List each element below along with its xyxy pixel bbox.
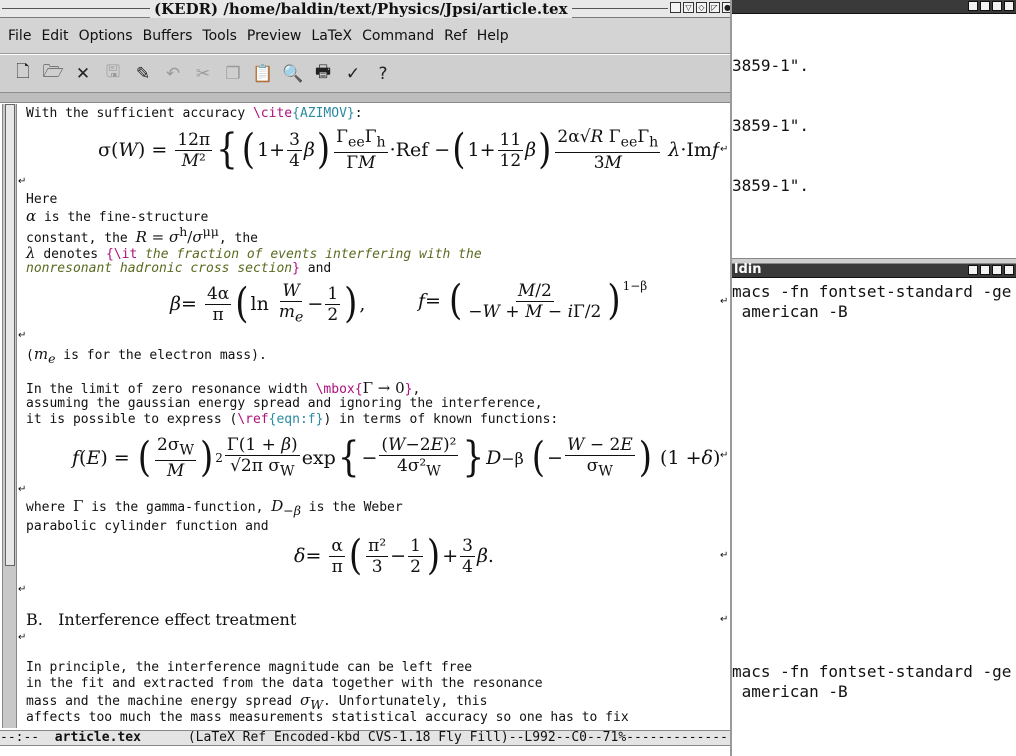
shade-icon[interactable]	[980, 265, 990, 275]
fringe-arrow-icon: ↵	[720, 614, 729, 625]
text-line: With the sufficient accuracy \cite{AZIMO…	[26, 106, 363, 121]
close-window-icon[interactable]: ●	[722, 2, 730, 13]
menu-file[interactable]: File	[4, 18, 35, 54]
menu-preview[interactable]: Preview	[243, 18, 306, 54]
window-title: (KEDR) /home/baldin/text/Physics/Jpsi/ar…	[150, 0, 572, 18]
minimize-icon[interactable]	[670, 2, 681, 13]
text-line: assuming the gaussian energy spread and …	[26, 396, 543, 411]
equation-f: f = (M/2 −W + M − iΓ/2) 1−β	[418, 277, 648, 325]
equation-delta: δ = απ (π² 3 − 1 2) + 34β.	[294, 532, 494, 580]
modeline-modes: (LaTeX Ref Encoded-kbd CVS-1.18 Fly Fill…	[140, 730, 627, 745]
terminal-line: macs -fn fontset-standard -ge	[732, 662, 1012, 681]
bg-window-title: ldin	[734, 262, 762, 277]
save-icon[interactable]: 🖫	[98, 59, 128, 89]
search-icon[interactable]: 🔍	[278, 59, 308, 89]
window-buttons: ▽ ◇ ◸ ●	[670, 2, 730, 13]
modeline-buffer-name: article.tex	[54, 730, 141, 745]
menubar: File Edit Options Buffers Tools Preview …	[0, 18, 730, 54]
terminal-line: macs -fn fontset-standard -ge	[732, 282, 1012, 301]
cut-icon[interactable]: ✂	[188, 59, 218, 89]
menu-options[interactable]: Options	[75, 18, 137, 54]
fringe-arrow-icon: ↵	[720, 296, 729, 307]
equation-sigma: σ(W) = 12π M² {(1+ 3 4 β) ΓeeΓh ΓM ·Ref − (1+ 1…	[98, 126, 719, 174]
modeline[interactable]: --:-- article.tex (LaTeX Ref Encoded-kbd…	[0, 730, 730, 746]
menu-buffers[interactable]: Buffers	[139, 18, 197, 54]
window-titlebar[interactable]: (KEDR) /home/baldin/text/Physics/Jpsi/ar…	[0, 0, 730, 18]
resize-icon[interactable]	[1004, 265, 1014, 275]
fringe-top	[0, 93, 730, 103]
fringe-right: ↵ ↵ ↵ ↵ ↵	[720, 104, 730, 728]
copy-icon[interactable]: ❐	[218, 59, 248, 89]
emacs-window: (KEDR) /home/baldin/text/Physics/Jpsi/ar…	[0, 0, 732, 756]
maximize-icon[interactable]: ◇	[696, 2, 707, 13]
bg-titlebar-top[interactable]	[732, 0, 1016, 14]
scrollbar-thumb[interactable]	[5, 104, 15, 566]
shade-icon[interactable]: ▽	[683, 2, 694, 13]
equation-fE: f(E) = (2σW M) 2 Γ(1 + β) √2π σW exp{− (W−2E…	[72, 434, 720, 482]
text-line: in the fit and extracted from the data t…	[26, 676, 543, 691]
maximize-icon[interactable]	[992, 1, 1002, 11]
terminal-line: american -B	[732, 302, 848, 321]
toolbar: 🗋 🗁 ✕ 🖫 ✎ ↶ ✂ ❐ 📋 🔍 🖶 ✓ ?	[0, 55, 730, 93]
menu-help[interactable]: Help	[473, 18, 513, 54]
close-icon[interactable]: ✕	[68, 59, 98, 89]
terminal-line: 3859-1".	[732, 176, 810, 195]
help-icon[interactable]: ?	[368, 59, 398, 89]
terminal-line: 3859-1".	[732, 116, 810, 135]
text-line: parabolic cylinder function and	[26, 519, 269, 534]
menu-tools[interactable]: Tools	[198, 18, 241, 54]
vertical-scrollbar[interactable]	[2, 104, 17, 728]
maximize-icon[interactable]	[992, 265, 1002, 275]
text-line: Here	[26, 192, 58, 207]
undo-icon[interactable]: ↶	[158, 59, 188, 89]
menu-edit[interactable]: Edit	[37, 18, 72, 54]
menu-command[interactable]: Command	[358, 18, 438, 54]
print-icon[interactable]: 🖶	[308, 59, 338, 89]
equation-beta: β = 4α π (ln Wme − 1 2),	[170, 280, 366, 328]
minibuffer[interactable]	[0, 746, 730, 756]
resize-icon[interactable]: ◸	[709, 2, 720, 13]
minimize-icon[interactable]	[968, 265, 978, 275]
text-line: (me is for the electron mass).	[26, 345, 267, 366]
editor-buffer[interactable]: With the sufficient accuracy \cite{AZIMO…	[24, 104, 720, 728]
resize-icon[interactable]	[1004, 1, 1014, 11]
menu-ref[interactable]: Ref	[440, 18, 471, 54]
fringe-arrow-icon: ↵	[720, 144, 729, 155]
terminal-line: american -B	[732, 682, 848, 701]
text-line: it is possible to express (\ref{eqn:f}) …	[26, 412, 559, 427]
terminal-line: 3859-1".	[732, 56, 810, 75]
fringe-arrow-icon: ↵	[720, 450, 729, 461]
open-folder-icon[interactable]: 🗁	[38, 59, 68, 89]
shade-icon[interactable]	[980, 1, 990, 11]
new-file-icon[interactable]: 🗋	[8, 59, 38, 89]
bg-titlebar-mid[interactable]: ldin	[732, 262, 1016, 278]
titlebar-rule-left	[2, 8, 150, 9]
text-line: nonresonant hadronic cross section} and	[26, 261, 332, 276]
paste-icon[interactable]: 📋	[248, 59, 278, 89]
text-line: In principle, the interference magnitude…	[26, 660, 473, 675]
background-window[interactable]: 3859-1". 3859-1". 3859-1". ldin macs -fn…	[732, 0, 1016, 756]
save-as-icon[interactable]: ✎	[128, 59, 158, 89]
menu-latex[interactable]: LaTeX	[307, 18, 356, 54]
fringe-arrow-icon: ↵	[720, 550, 729, 561]
minimize-icon[interactable]	[968, 1, 978, 11]
spell-check-icon[interactable]: ✓	[338, 59, 368, 89]
section-heading: B. Interference effect treatment	[26, 610, 297, 629]
text-line: constant, the R = σh/σμμ, the	[26, 224, 258, 246]
text-line: where Γ is the gamma-function, D−β is th…	[26, 497, 403, 518]
text-line: affects too much the mass measurements s…	[26, 710, 629, 725]
